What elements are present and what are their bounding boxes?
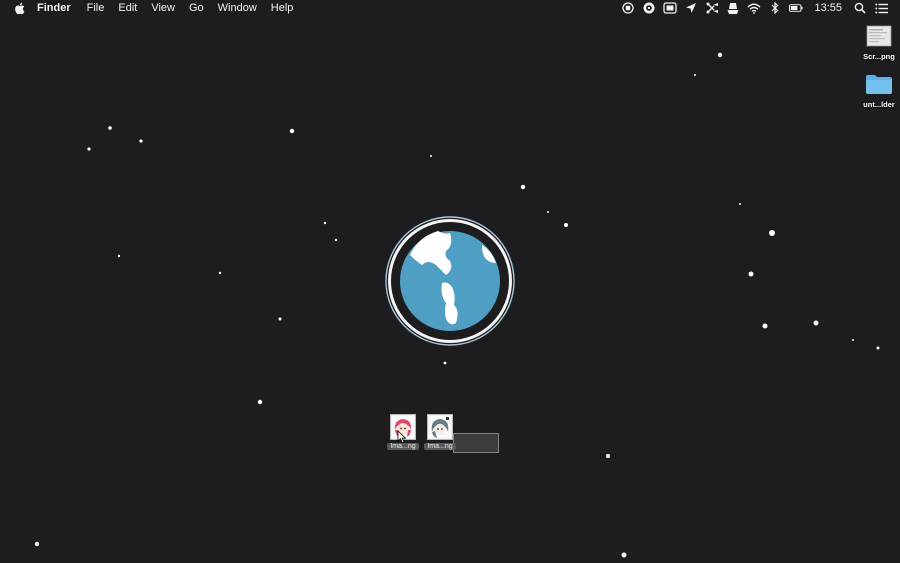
- menu-view[interactable]: View: [144, 0, 182, 16]
- star: [564, 223, 568, 227]
- star: [443, 361, 447, 365]
- star: [813, 320, 819, 326]
- star: [139, 139, 143, 143]
- star: [547, 211, 549, 213]
- star: [606, 454, 610, 458]
- mouse-cursor-icon: [397, 430, 407, 444]
- screenshot-file-icon: [865, 24, 893, 48]
- dragged-file-label: Ima...ng: [424, 443, 456, 450]
- star: [323, 221, 327, 225]
- menu-finder[interactable]: Finder: [37, 0, 80, 16]
- star: [430, 155, 432, 157]
- star: [520, 184, 526, 190]
- record-icon[interactable]: [621, 1, 635, 15]
- image-thumbnail-grey-hair-icon: [427, 414, 453, 440]
- star: [852, 339, 854, 341]
- menu-go[interactable]: Go: [182, 0, 211, 16]
- desktop-icon-label: unt...lder: [863, 100, 895, 109]
- alfred-hat-icon[interactable]: [726, 1, 740, 15]
- list-icon[interactable]: [874, 1, 888, 15]
- star: [278, 317, 282, 321]
- menu-help[interactable]: Help: [264, 0, 301, 16]
- desktop-icon-untitled-folder[interactable]: unt...lder: [851, 72, 900, 109]
- desktop-icon-screenshot[interactable]: Scr...png: [851, 24, 900, 61]
- star: [289, 128, 295, 134]
- dragged-file-image-2[interactable]: Ima...ng: [422, 414, 458, 450]
- star: [769, 230, 775, 236]
- star: [34, 541, 40, 547]
- star: [334, 238, 338, 242]
- star: [694, 74, 696, 76]
- menu-bar: Finder File Edit View Go Window Help 13:…: [0, 0, 900, 16]
- star: [621, 552, 627, 558]
- star: [108, 126, 112, 130]
- display-icon[interactable]: [663, 1, 678, 15]
- drag-selection-rectangle: [453, 433, 499, 453]
- star: [218, 271, 222, 275]
- apple-menu-icon[interactable]: [12, 1, 26, 15]
- star: [117, 254, 121, 258]
- star: [87, 147, 91, 151]
- globe-logo: [385, 216, 515, 346]
- star: [762, 323, 768, 329]
- folder-icon: [865, 72, 893, 96]
- desktop-icon-label: Scr...png: [863, 52, 895, 61]
- wifi-icon[interactable]: [747, 1, 761, 15]
- menu-clock[interactable]: 13:55: [814, 0, 842, 16]
- scissors-icon[interactable]: [705, 1, 719, 15]
- dragged-file-label: Ima...ng: [387, 443, 419, 450]
- search-icon[interactable]: [853, 1, 867, 15]
- menu-window[interactable]: Window: [211, 0, 264, 16]
- star: [717, 52, 723, 58]
- star: [739, 203, 741, 205]
- battery-icon[interactable]: [789, 1, 804, 15]
- menu-file[interactable]: File: [80, 0, 112, 16]
- star: [748, 271, 754, 277]
- menu-edit[interactable]: Edit: [111, 0, 144, 16]
- disc-icon[interactable]: [642, 1, 656, 15]
- star: [876, 346, 880, 350]
- location-arrow-icon[interactable]: [684, 1, 698, 15]
- star: [257, 399, 263, 405]
- bluetooth-icon[interactable]: [768, 1, 782, 15]
